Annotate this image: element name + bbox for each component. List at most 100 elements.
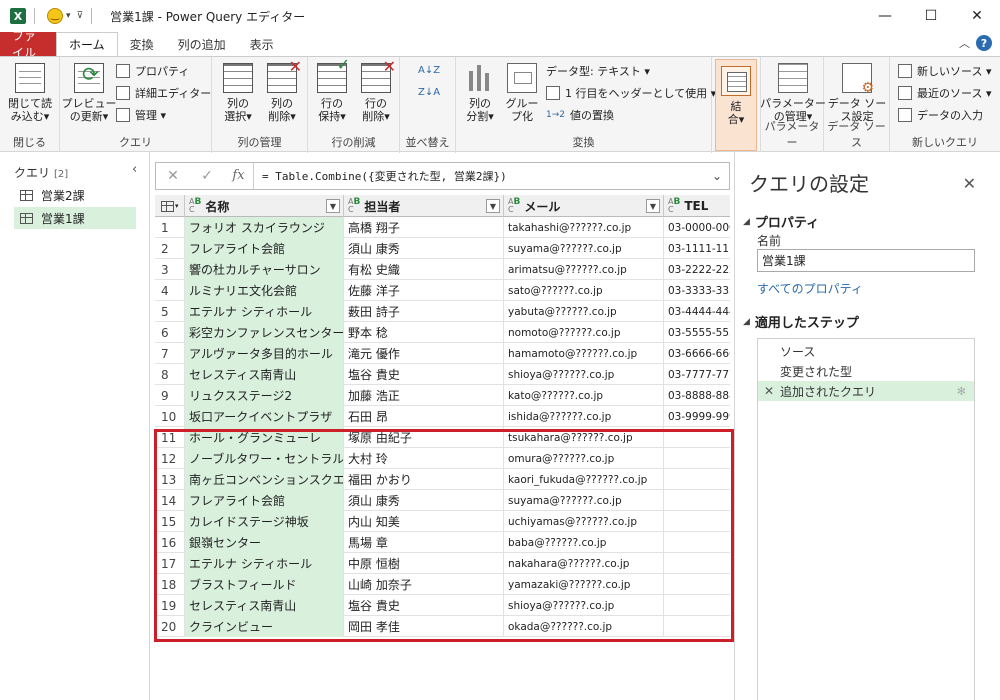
table-row[interactable]: 7 アルヴァータ多目的ホール 滝元 優作 hamamoto@??????.co.jp 0… [155, 343, 730, 364]
column-header-name[interactable]: AB C 名称 ▼ [185, 195, 344, 217]
cell-name[interactable]: フォリオ スカイラウンジ [185, 217, 344, 238]
tab-home[interactable]: ホーム [56, 32, 118, 56]
cell-name[interactable]: セレスティス南青山 [185, 364, 344, 385]
cell-owner[interactable]: 野本 稔 [344, 322, 504, 343]
cell-tel[interactable]: 03-0000-000 [664, 217, 730, 238]
manage-button[interactable]: 管理 ▾ [116, 107, 166, 123]
tab-add-column[interactable]: 列の追加 [166, 32, 238, 56]
enter-data-button[interactable]: データの入力 [898, 107, 983, 123]
gear-icon[interactable]: ✻ [957, 385, 966, 398]
close-window-button[interactable]: ✕ [954, 0, 1000, 32]
row-number[interactable]: 7 [155, 343, 185, 364]
combine-button-inner[interactable]: 結 合▾ [721, 66, 751, 126]
fx-icon[interactable]: fx [224, 163, 254, 189]
row-number[interactable]: 2 [155, 238, 185, 259]
row-number[interactable]: 8 [155, 364, 185, 385]
maximize-button[interactable]: ☐ [908, 0, 954, 32]
cell-owner[interactable]: 高橋 翔子 [344, 217, 504, 238]
filter-dropdown-icon[interactable]: ▼ [646, 199, 660, 213]
combine-button[interactable]: 結 合▾ [715, 59, 757, 151]
column-header-tel[interactable]: AB C TEL [664, 195, 730, 217]
help-icon[interactable]: ? [976, 35, 992, 51]
table-row[interactable]: 10 坂口アークイベントプラザ 石田 昂 ishida@??????.co.jp 03-… [155, 406, 730, 427]
step-changed-type[interactable]: 変更された型 [758, 361, 974, 381]
cell-email[interactable]: ishida@??????.co.jp [504, 406, 664, 427]
cell-owner[interactable]: 薮田 詩子 [344, 301, 504, 322]
all-properties-link[interactable]: すべてのプロパティ [757, 280, 863, 297]
remove-columns-button[interactable]: 列の 削除▾ [262, 60, 302, 123]
delete-step-icon[interactable]: ✕ [764, 384, 774, 398]
row-number[interactable]: 3 [155, 259, 185, 280]
cell-email[interactable]: yabuta@??????.co.jp [504, 301, 664, 322]
split-column-button[interactable]: 列の 分割▾ [460, 63, 500, 123]
cell-email[interactable]: shioya@??????.co.jp [504, 364, 664, 385]
properties-button[interactable]: プロパティ [116, 63, 189, 79]
keep-rows-button[interactable]: 行の 保持▾ [312, 58, 352, 123]
cell-email[interactable]: sato@??????.co.jp [504, 280, 664, 301]
data-type-dropdown[interactable]: データ型: テキスト ▾ [546, 63, 650, 79]
expand-formula-icon[interactable]: ⌄ [705, 169, 729, 183]
cell-owner[interactable]: 須山 康秀 [344, 238, 504, 259]
cell-tel[interactable]: 03-5555-555 [664, 322, 730, 343]
cell-owner[interactable]: 佐藤 洋子 [344, 280, 504, 301]
filter-dropdown-icon[interactable]: ▼ [326, 199, 340, 213]
row-number[interactable]: 5 [155, 301, 185, 322]
manage-parameters-button[interactable]: パラメーター の管理▾ [760, 63, 826, 123]
cell-name[interactable]: 彩空カンファレンスセンター [185, 322, 344, 343]
cell-email[interactable]: hamamoto@??????.co.jp [504, 343, 664, 364]
quick-access-customize-icon[interactable]: ⊽ [77, 11, 84, 21]
cell-owner[interactable]: 滝元 優作 [344, 343, 504, 364]
choose-columns-button[interactable]: 列の 選択▾ [218, 63, 258, 123]
cell-name[interactable]: フレアライト会館 [185, 238, 344, 259]
cell-owner[interactable]: 塩谷 貴史 [344, 364, 504, 385]
cell-owner[interactable]: 有松 史織 [344, 259, 504, 280]
cell-tel[interactable]: 03-2222-222 [664, 259, 730, 280]
tab-transform[interactable]: 変換 [118, 32, 166, 56]
table-row[interactable]: 2 フレアライト会館 須山 康秀 suyama@??????.co.jp 03-1111… [155, 238, 730, 259]
column-header-owner[interactable]: AB C 担当者 ▼ [344, 195, 504, 217]
query-item-sales1[interactable]: 営業1課 [14, 207, 136, 229]
cell-name[interactable]: 坂口アークイベントプラザ [185, 406, 344, 427]
row-number[interactable]: 9 [155, 385, 185, 406]
cell-name[interactable]: リュクスステージ2 [185, 385, 344, 406]
cell-owner[interactable]: 加藤 浩正 [344, 385, 504, 406]
sort-descending-button[interactable]: Z↓A [418, 87, 440, 98]
close-icon[interactable]: ✕ [963, 174, 976, 193]
replace-values-button[interactable]: 1→2 値の置換 [546, 107, 614, 123]
table-menu-button[interactable]: ▾ [155, 195, 185, 217]
row-number[interactable]: 4 [155, 280, 185, 301]
collapse-ribbon-icon[interactable]: ︿ [959, 35, 970, 51]
cell-tel[interactable]: 03-9999-999 [664, 406, 730, 427]
cell-tel[interactable]: 03-3333-333 [664, 280, 730, 301]
filter-dropdown-icon[interactable]: ▼ [486, 199, 500, 213]
table-row[interactable]: 8 セレスティス南青山 塩谷 貴史 shioya@??????.co.jp 03-777… [155, 364, 730, 385]
recent-sources-button[interactable]: 最近のソース ▾ [898, 85, 991, 101]
tab-file[interactable]: ファイル [0, 29, 56, 60]
applied-steps-section[interactable]: ◢ 適用したステップ [743, 312, 859, 331]
cell-name[interactable]: ルミナリエ文化会館 [185, 280, 344, 301]
query-name-input[interactable]: 営業1課 [757, 249, 975, 272]
table-row[interactable]: 5 エテルナ シティホール 薮田 詩子 yabuta@??????.co.jp 03-4… [155, 301, 730, 322]
refresh-preview-button[interactable]: プレビュー の更新▾ [62, 63, 117, 123]
data-source-settings-button[interactable]: データ ソー ス設定 [828, 63, 886, 123]
sort-ascending-button[interactable]: A↓Z [418, 65, 440, 76]
feedback-smiley-icon[interactable] [47, 8, 63, 24]
cell-email[interactable]: nomoto@??????.co.jp [504, 322, 664, 343]
step-appended-query[interactable]: ✕ 追加されたクエリ ✻ [758, 381, 974, 401]
table-row[interactable]: 9 リュクスステージ2 加藤 浩正 kato@??????.co.jp 03-8888-… [155, 385, 730, 406]
step-source[interactable]: ソース [758, 341, 974, 361]
row-number[interactable]: 6 [155, 322, 185, 343]
cell-tel[interactable]: 03-1111-111 [664, 238, 730, 259]
chevron-down-icon[interactable]: ▾ [66, 11, 71, 21]
remove-rows-button[interactable]: 行の 削除▾ [356, 60, 396, 123]
cell-email[interactable]: arimatsu@??????.co.jp [504, 259, 664, 280]
cell-name[interactable]: 響の杜カルチャーサロン [185, 259, 344, 280]
table-row[interactable]: 4 ルミナリエ文化会館 佐藤 洋子 sato@??????.co.jp 03-3333-… [155, 280, 730, 301]
query-item-sales2[interactable]: 営業2課 [14, 184, 136, 206]
collapse-pane-icon[interactable]: ‹ [132, 162, 137, 177]
close-and-load-button[interactable]: 閉じて読 み込む▾ [6, 63, 54, 123]
cell-email[interactable]: kato@??????.co.jp [504, 385, 664, 406]
formula-input[interactable]: = Table.Combine({変更された型, 営業2課}) [262, 168, 705, 184]
use-first-row-as-headers-button[interactable]: 1 行目をヘッダーとして使用 ▾ [546, 85, 716, 101]
row-number[interactable]: 1 [155, 217, 185, 238]
